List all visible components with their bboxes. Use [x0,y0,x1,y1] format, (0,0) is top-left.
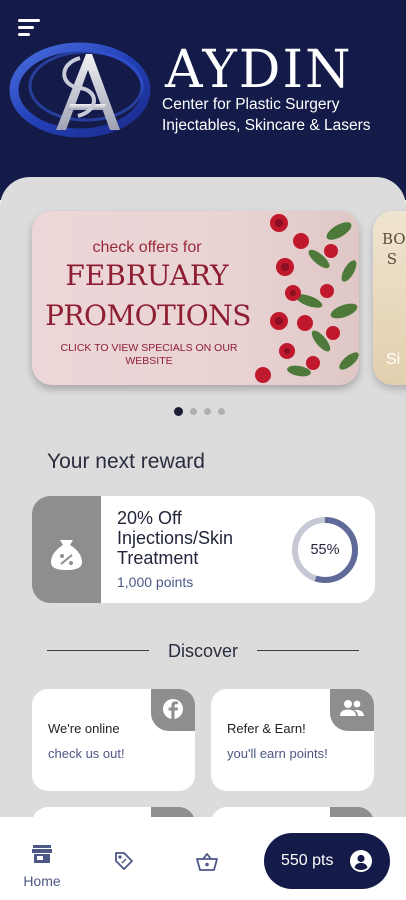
tag-icon[interactable] [113,850,135,872]
bottom-navigation: Home 550 pts [0,817,406,900]
tile-corner [330,689,374,731]
aydin-logo-icon [9,42,151,138]
tile-facebook[interactable]: We're online check us out! [32,689,195,791]
tile-partial[interactable] [211,807,374,817]
promo-headline-1: FEBRUARY [65,259,229,292]
carousel-dot[interactable] [204,408,211,415]
tile-title: We're online [48,721,120,736]
hamburger-menu-icon[interactable] [18,19,40,37]
promo-headline-2: PROMOTIONS [45,299,251,332]
divider-line [257,650,359,651]
tile-subtitle: you'll earn points! [227,746,328,761]
tile-refer-earn[interactable]: Refer & Earn! you'll earn points! [211,689,374,791]
carousel-dot[interactable] [190,408,197,415]
discover-heading: Discover [167,641,238,661]
promo-slide-february[interactable]: check offers for FEBRUARY PROMOTIONS CLI… [32,211,359,385]
nav-home[interactable]: Home [14,839,70,889]
tile-corner [151,807,195,817]
next-reward-card[interactable]: 20% Off Injections/Skin Treatment 1,000 … [32,496,375,603]
points-balance: 550 pts [281,852,334,869]
home-icon [32,845,52,863]
app-header: AYDIN Center for Plastic Surgery Injecta… [0,0,406,200]
nav-home-label: Home [23,873,61,889]
facebook-icon [163,699,183,719]
tile-title: Refer & Earn! [227,721,306,736]
tile-corner [330,807,374,817]
account-icon [350,850,372,872]
carousel-dot[interactable] [174,407,183,416]
basket-icon[interactable] [196,853,218,871]
reward-name: 20% Off Injections/Skin Treatment [117,508,234,568]
points-balance-button[interactable]: 550 pts [264,833,390,889]
discover-divider: Discover [47,639,359,663]
tile-subtitle: check us out! [48,746,125,761]
reward-points: 1,000 points [117,574,194,590]
next-reward-heading: Your next reward [47,450,205,473]
reward-icon-box [32,496,101,603]
home-content-panel: check offers for FEBRUARY PROMOTIONS CLI… [0,177,406,817]
people-icon [340,700,364,716]
carousel-pagination[interactable] [174,407,225,416]
promo-carousel[interactable]: check offers for FEBRUARY PROMOTIONS CLI… [0,211,406,387]
carousel-dot[interactable] [218,408,225,415]
roses-image [255,214,359,383]
brand-tagline-2: Injectables, Skincare & Lasers [162,117,371,134]
promo-kicker: check offers for [92,239,202,256]
reward-progress-label: 55% [310,542,340,558]
money-bag-percent-icon [51,540,82,570]
tile-corner [151,689,195,731]
brand-name: AYDIN [165,40,353,100]
tile-partial[interactable] [32,807,195,817]
promo-cta-text: CLICK TO VIEW SPECIALS ON OUR WEBSITE [60,342,238,367]
peek-slide-text-2: Si [386,351,401,368]
promo-slide-next[interactable]: BO S Si [373,211,406,385]
brand-tagline-1: Center for Plastic Surgery [162,96,340,113]
peek-slide-text: BO S [382,230,406,268]
